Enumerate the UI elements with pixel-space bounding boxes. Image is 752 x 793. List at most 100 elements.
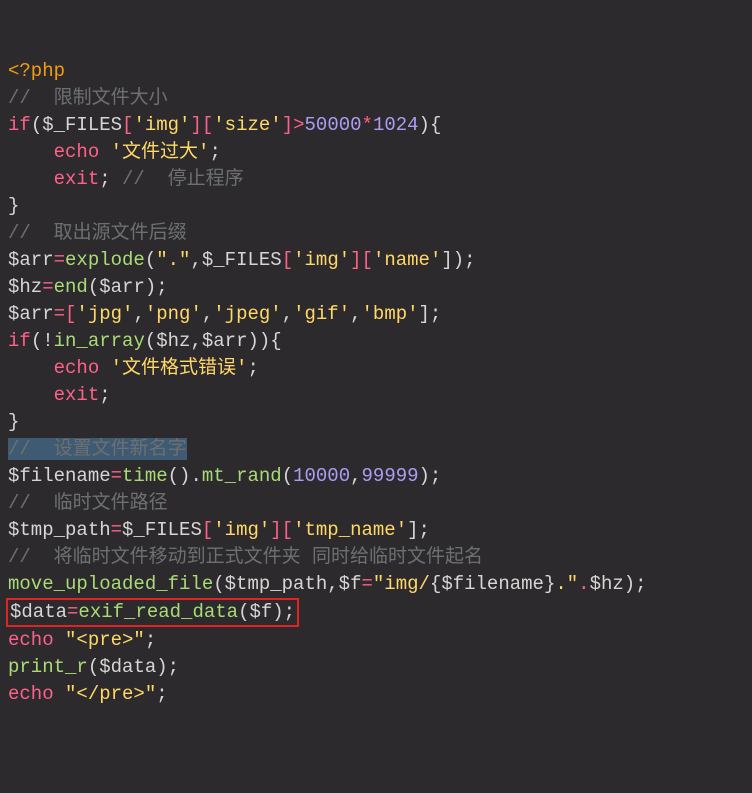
close: )){ <box>247 330 281 352</box>
op-gt: > <box>293 114 304 136</box>
brace: ){ <box>419 114 442 136</box>
paren-not: (! <box>31 330 54 352</box>
var-files: $_FILES <box>42 114 122 136</box>
str-img-path: "img/ <box>373 573 430 595</box>
str-size: 'size' <box>213 114 281 136</box>
op-assign: = <box>67 601 78 623</box>
paren: ( <box>31 114 42 136</box>
paren: ( <box>145 330 156 352</box>
parens-dot: (). <box>168 465 202 487</box>
comma: , <box>190 249 201 271</box>
op-assign: = <box>54 249 65 271</box>
num-99999: 99999 <box>362 465 419 487</box>
op-mul: * <box>362 114 373 136</box>
close: ); <box>624 573 647 595</box>
bracket: ][ <box>350 249 373 271</box>
comment-get-ext: // 取出源文件后缀 <box>8 222 187 244</box>
bracket: [ <box>202 519 213 541</box>
op-assign: = <box>111 465 122 487</box>
str-img: 'img' <box>133 114 190 136</box>
str-too-big: '文件过大' <box>111 141 210 163</box>
bracket: ] <box>282 114 293 136</box>
var-data: $data <box>10 601 67 623</box>
comment-tmp-path: // 临时文件路径 <box>8 492 168 514</box>
brace-close: } <box>8 195 19 217</box>
var-hz: $hz <box>8 276 42 298</box>
comment-limit-size: // 限制文件大小 <box>8 87 168 109</box>
brace-open: { <box>430 573 441 595</box>
str-img: 'img' <box>213 519 270 541</box>
var-arr: $arr <box>99 276 145 298</box>
kw-echo: echo <box>54 357 100 379</box>
num-50000: 50000 <box>305 114 362 136</box>
op-concat: . <box>578 573 589 595</box>
op-assign-arr: =[ <box>54 303 77 325</box>
str-dot: ." <box>555 573 578 595</box>
brace-close: } <box>544 573 555 595</box>
bracket: ][ <box>270 519 293 541</box>
paren: ( <box>282 465 293 487</box>
op-assign: = <box>111 519 122 541</box>
str-pre-close: "</pre>" <box>65 683 156 705</box>
str-pre-open: "<pre>" <box>65 629 145 651</box>
kw-echo: echo <box>8 629 54 651</box>
str-gif: 'gif' <box>293 303 350 325</box>
bracket: ][ <box>190 114 213 136</box>
kw-echo: echo <box>8 683 54 705</box>
semi: ; <box>99 168 122 190</box>
close: ); <box>145 276 168 298</box>
semi: ; <box>99 384 110 406</box>
op-assign: = <box>361 573 372 595</box>
str-dot: "." <box>156 249 190 271</box>
fn-move-uploaded: move_uploaded_file <box>8 573 213 595</box>
fn-in-array: in_array <box>54 330 145 352</box>
close: ); <box>272 601 295 623</box>
comma: , <box>327 573 338 595</box>
close: ); <box>419 465 442 487</box>
indent <box>8 141 54 163</box>
op-assign: = <box>42 276 53 298</box>
paren: ( <box>88 656 99 678</box>
indent <box>8 168 54 190</box>
kw-if: if <box>8 330 31 352</box>
comma: , <box>133 303 144 325</box>
num-10000: 10000 <box>293 465 350 487</box>
paren: ( <box>88 276 99 298</box>
str-format-err: '文件格式错误' <box>111 357 248 379</box>
semi: ; <box>209 141 220 163</box>
kw-exit: exit <box>54 168 100 190</box>
highlighted-line-box: $data=exif_read_data($f); <box>6 598 299 627</box>
fn-end: end <box>54 276 88 298</box>
var-files: $_FILES <box>122 519 202 541</box>
var-f: $f <box>339 573 362 595</box>
str-img: 'img' <box>293 249 350 271</box>
comment-move: // 将临时文件移动到正式文件夹 同时给临时文件起名 <box>8 546 483 568</box>
semi: ; <box>156 683 167 705</box>
space <box>99 357 110 379</box>
var-f: $f <box>249 601 272 623</box>
var-tmp-path: $tmp_path <box>8 519 111 541</box>
bracket: [ <box>282 249 293 271</box>
comma: , <box>350 465 361 487</box>
paren: ( <box>145 249 156 271</box>
fn-time: time <box>122 465 168 487</box>
fn-exif-read: exif_read_data <box>78 601 238 623</box>
php-open-tag: <?php <box>8 60 65 82</box>
var-tmp-path: $tmp_path <box>225 573 328 595</box>
var-filename: $filename <box>441 573 544 595</box>
var-files: $_FILES <box>202 249 282 271</box>
kw-if: if <box>8 114 31 136</box>
semi: ; <box>247 357 258 379</box>
code-block: <?php // 限制文件大小 if($_FILES['img']['size'… <box>8 58 744 708</box>
comment-stop: // 停止程序 <box>122 168 244 190</box>
brace-close: } <box>8 411 19 433</box>
str-png: 'png' <box>145 303 202 325</box>
comma: , <box>190 330 201 352</box>
space <box>54 683 65 705</box>
comment-new-name: // 设置文件新名字 <box>8 438 187 460</box>
bracket: [ <box>122 114 133 136</box>
var-arr: $arr <box>8 249 54 271</box>
selected-line: // 设置文件新名字 <box>8 438 187 460</box>
var-data: $data <box>99 656 156 678</box>
comma: , <box>350 303 361 325</box>
